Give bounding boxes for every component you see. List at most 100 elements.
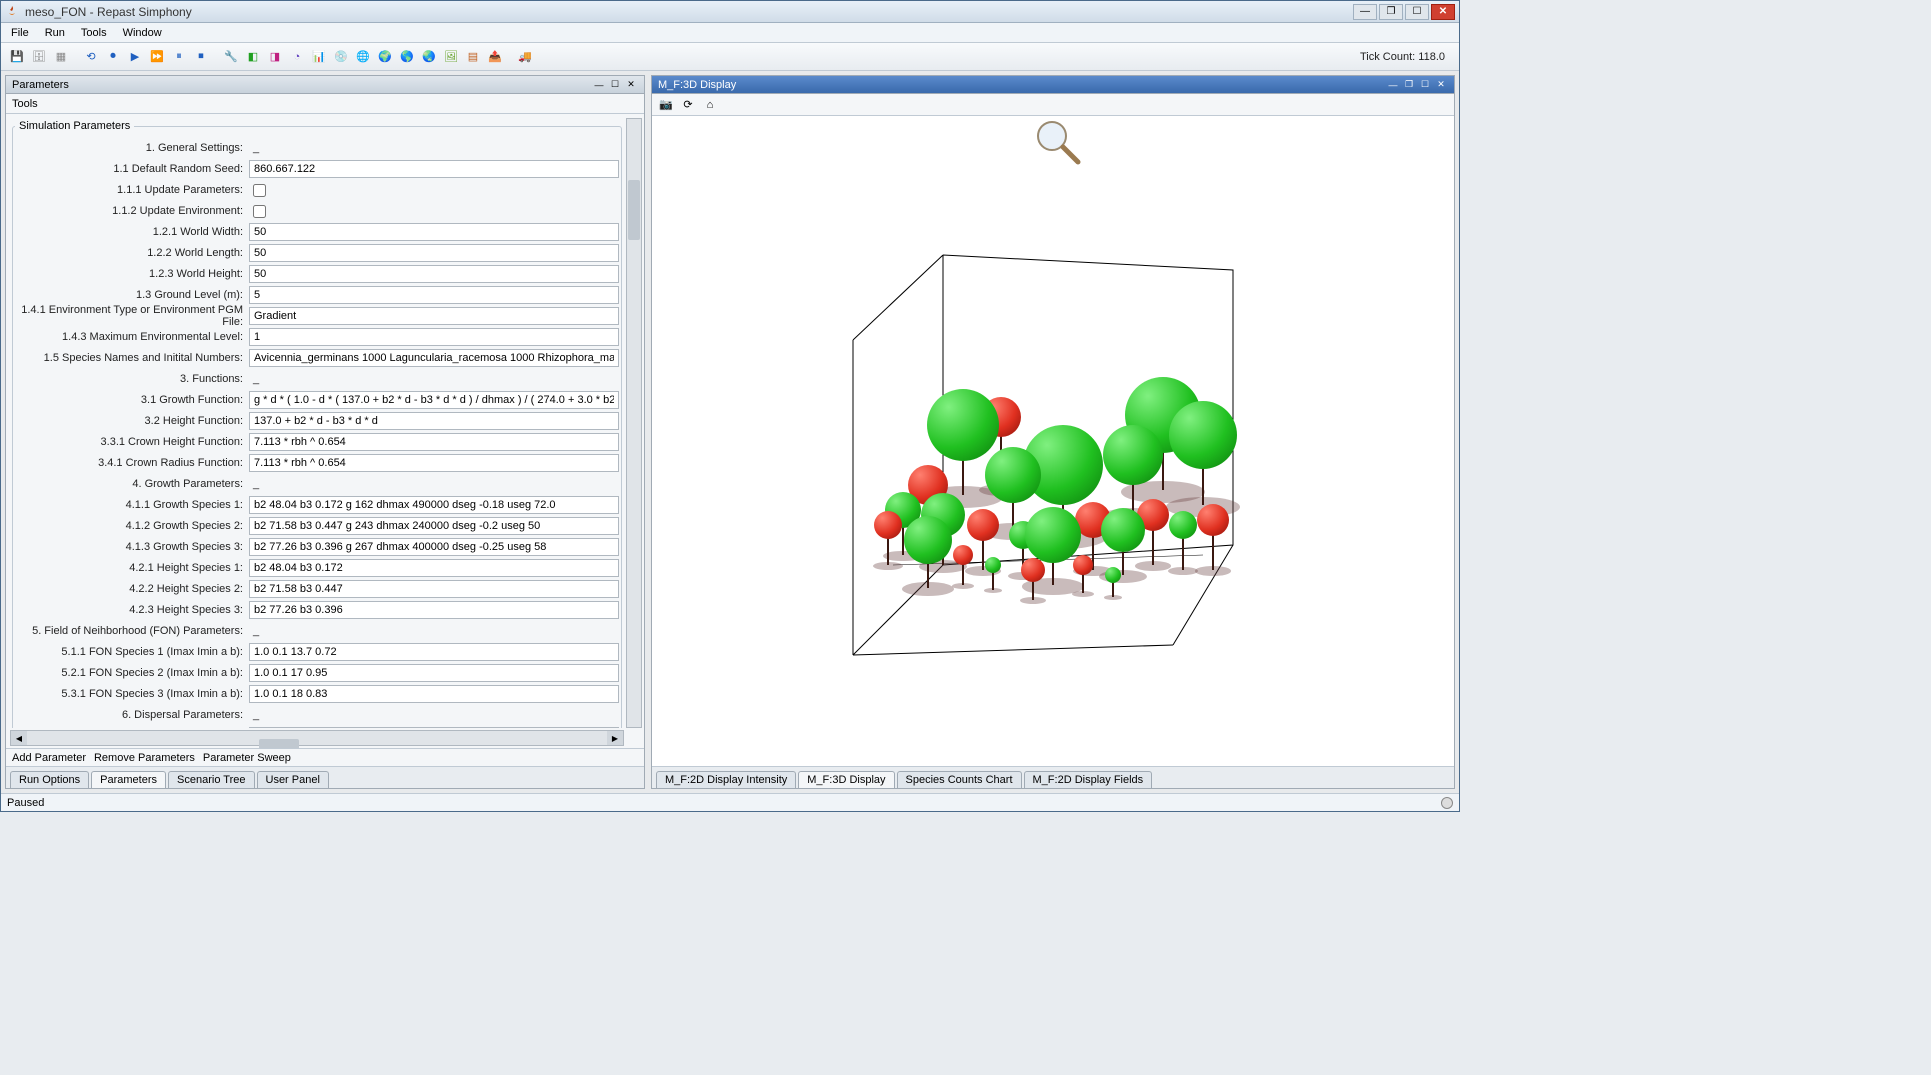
add-parameter-button[interactable]: Add Parameter xyxy=(12,752,86,764)
step-icon[interactable]: ⏩ xyxy=(147,47,167,67)
param-row: 4.1.3 Growth Species 3: xyxy=(15,537,619,557)
param-input[interactable] xyxy=(249,286,619,304)
panel-minimize-icon[interactable]: — xyxy=(592,79,606,91)
stop-icon[interactable]: ⏹ xyxy=(191,47,211,67)
grid-icon[interactable]: ▦ xyxy=(51,47,71,67)
refresh-icon[interactable]: ⟳ xyxy=(680,97,696,113)
menu-file[interactable]: File xyxy=(5,25,35,41)
scroll-right-icon[interactable]: ▶ xyxy=(607,731,623,745)
play-icon[interactable]: ▶ xyxy=(125,47,145,67)
truck-icon[interactable]: 🚚 xyxy=(515,47,535,67)
maximize-button[interactable]: ☐ xyxy=(1405,4,1429,20)
panel-close-icon[interactable]: ✕ xyxy=(1434,79,1448,91)
chart-icon[interactable]: 📊 xyxy=(309,47,329,67)
tab-m_f-3d-display[interactable]: M_F:3D Display xyxy=(798,771,894,788)
close-button[interactable]: ✕ xyxy=(1431,4,1455,20)
export-icon[interactable]: 📤 xyxy=(485,47,505,67)
param-row: 3.1 Growth Function: xyxy=(15,390,619,410)
tree-crown xyxy=(1103,425,1163,485)
home-icon[interactable]: ⌂ xyxy=(702,97,718,113)
param-input[interactable] xyxy=(249,727,619,728)
globe1-icon[interactable]: 🌐 xyxy=(353,47,373,67)
param-label: 1. General Settings: xyxy=(15,142,249,154)
globe3-icon[interactable]: 🌎 xyxy=(397,47,417,67)
simulation-parameters-fieldset: Simulation Parameters 1. General Setting… xyxy=(12,120,622,728)
tab-user-panel[interactable]: User Panel xyxy=(257,771,329,788)
disc-icon[interactable]: 💿 xyxy=(331,47,351,67)
panel-minimize-icon[interactable]: — xyxy=(1386,79,1400,91)
remove-parameters-button[interactable]: Remove Parameters xyxy=(94,752,195,764)
param-input[interactable] xyxy=(249,265,619,283)
param-input[interactable] xyxy=(249,601,619,619)
titlebar: meso_FON - Repast Simphony — ❐ ☐ ✕ xyxy=(1,1,1459,23)
param-input[interactable] xyxy=(249,496,619,514)
tools-menu[interactable]: Tools xyxy=(6,94,644,114)
horizontal-scrollbar[interactable]: ◀ ▶ xyxy=(10,730,624,746)
param-input[interactable] xyxy=(249,160,619,178)
param-input[interactable] xyxy=(249,454,619,472)
image-icon[interactable]: 🖼 xyxy=(441,47,461,67)
save-icon[interactable]: 💾 xyxy=(7,47,27,67)
tab-scenario-tree[interactable]: Scenario Tree xyxy=(168,771,254,788)
database-icon[interactable]: 🗄 xyxy=(29,47,49,67)
panel-restore-icon[interactable]: ❐ xyxy=(1402,79,1416,91)
tab-run-options[interactable]: Run Options xyxy=(10,771,89,788)
param-input[interactable] xyxy=(249,643,619,661)
magnifying-glass-icon xyxy=(1032,116,1084,171)
camera-icon[interactable]: 📷 xyxy=(658,97,674,113)
3d-display-area[interactable] xyxy=(652,116,1454,766)
pie-icon[interactable]: ◔ xyxy=(287,47,307,67)
param-label: 5. Field of Neihborhood (FON) Parameters… xyxy=(15,625,249,637)
parameters-scroll[interactable]: Simulation Parameters 1. General Setting… xyxy=(10,118,624,728)
param-input[interactable] xyxy=(249,328,619,346)
restore-button[interactable]: ❐ xyxy=(1379,4,1403,20)
tree-crown xyxy=(985,447,1041,503)
table-icon[interactable]: ▤ xyxy=(463,47,483,67)
tree-crown xyxy=(1105,567,1121,583)
reset-icon[interactable]: ⟲ xyxy=(81,47,101,67)
parameter-sweep-button[interactable]: Parameter Sweep xyxy=(203,752,291,764)
tab-parameters[interactable]: Parameters xyxy=(91,771,166,788)
param-input[interactable] xyxy=(249,391,619,409)
pause-icon[interactable]: ⏸ xyxy=(169,47,189,67)
param-input[interactable] xyxy=(249,349,619,367)
param-input[interactable] xyxy=(249,580,619,598)
tab-species-counts-chart[interactable]: Species Counts Chart xyxy=(897,771,1022,788)
param-input[interactable] xyxy=(249,517,619,535)
menu-window[interactable]: Window xyxy=(117,25,168,41)
param-input[interactable] xyxy=(249,664,619,682)
tick-count-label: Tick Count: 118.0 xyxy=(1360,51,1453,63)
param-checkbox[interactable] xyxy=(253,205,266,218)
minimize-button[interactable]: — xyxy=(1353,4,1377,20)
param-row: 4. Growth Parameters:_ xyxy=(15,474,619,494)
tree-crown xyxy=(1169,511,1197,539)
scroll-left-icon[interactable]: ◀ xyxy=(11,731,27,745)
param-input[interactable] xyxy=(249,223,619,241)
palette1-icon[interactable]: ◧ xyxy=(243,47,263,67)
param-input[interactable] xyxy=(249,433,619,451)
palette2-icon[interactable]: ◨ xyxy=(265,47,285,67)
tab-m_f-2d-display-fields[interactable]: M_F:2D Display Fields xyxy=(1024,771,1153,788)
globe4-icon[interactable]: 🌏 xyxy=(419,47,439,67)
globe2-icon[interactable]: 🌍 xyxy=(375,47,395,67)
panel-maximize-icon[interactable]: ☐ xyxy=(1418,79,1432,91)
param-input[interactable] xyxy=(249,244,619,262)
param-input[interactable] xyxy=(249,307,619,325)
param-input[interactable] xyxy=(249,412,619,430)
tab-m_f-2d-display-intensity[interactable]: M_F:2D Display Intensity xyxy=(656,771,796,788)
tree-crown xyxy=(953,545,973,565)
menu-run[interactable]: Run xyxy=(39,25,71,41)
wrench-icon[interactable]: 🔧 xyxy=(221,47,241,67)
panel-maximize-icon[interactable]: ☐ xyxy=(608,79,622,91)
init-icon[interactable]: ⏺ xyxy=(103,47,123,67)
param-row: 1.5 Species Names and Initital Numbers: xyxy=(15,348,619,368)
param-input[interactable] xyxy=(249,559,619,577)
param-input[interactable] xyxy=(249,685,619,703)
param-label: 3.3.1 Crown Height Function: xyxy=(15,436,249,448)
panel-close-icon[interactable]: ✕ xyxy=(624,79,638,91)
java-icon xyxy=(5,5,19,19)
vertical-scrollbar[interactable] xyxy=(626,118,642,728)
param-input[interactable] xyxy=(249,538,619,556)
param-checkbox[interactable] xyxy=(253,184,266,197)
menu-tools[interactable]: Tools xyxy=(75,25,113,41)
